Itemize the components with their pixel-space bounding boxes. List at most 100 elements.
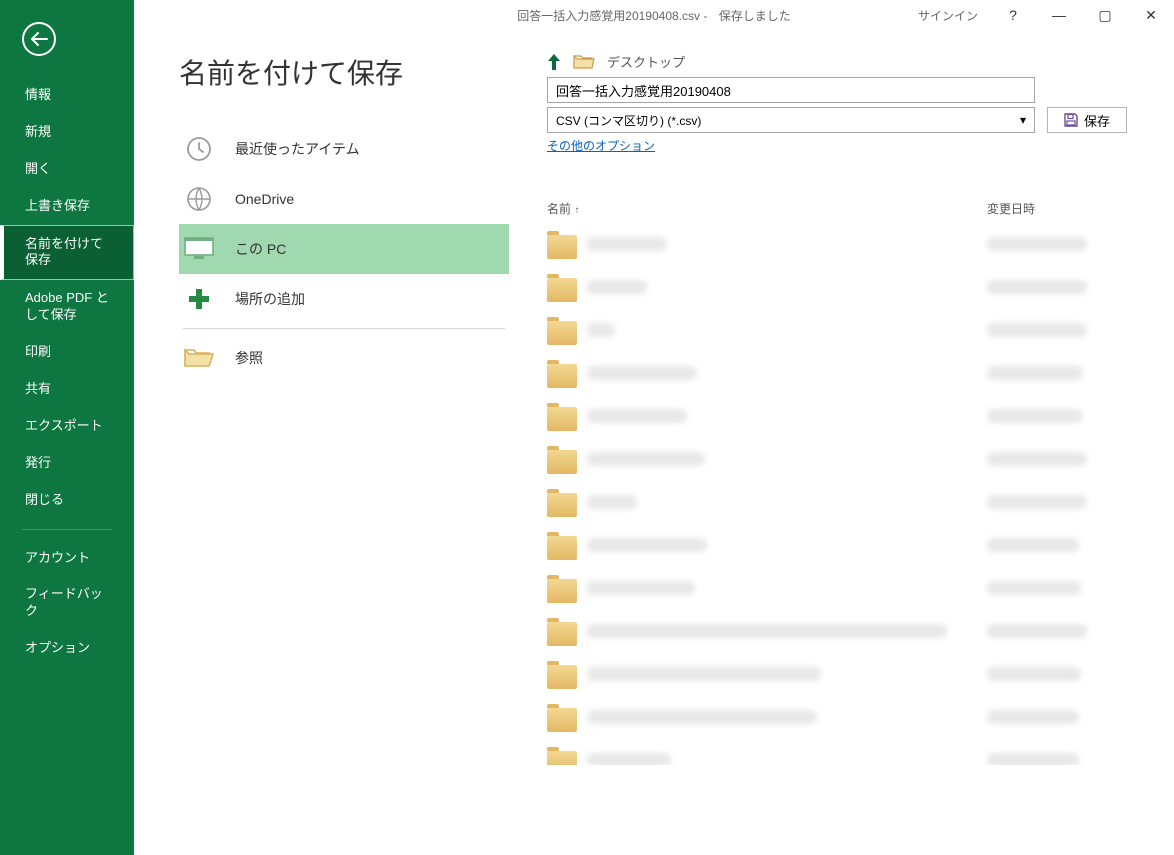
back-arrow-icon [22, 22, 56, 56]
file-row[interactable] [547, 741, 1156, 765]
nav-feedback[interactable]: フィードバック [0, 576, 134, 630]
location-add-place[interactable]: 場所の追加 [179, 274, 509, 324]
file-name-cell [587, 366, 987, 385]
titlebar: 回答一括入力感覚用20190408.csv - 保存しました サインイン ? —… [134, 0, 1174, 30]
redacted-name [587, 495, 637, 509]
nav-info[interactable]: 情報 [0, 77, 134, 114]
redacted-name [587, 237, 667, 251]
file-row[interactable] [547, 397, 1156, 440]
title-filename: 回答一括入力感覚用20190408.csv [517, 9, 700, 23]
file-date-cell [987, 624, 1107, 643]
file-name-cell [587, 667, 987, 686]
maximize-button[interactable]: ▢ [1082, 0, 1128, 30]
nav-print[interactable]: 印刷 [0, 334, 134, 371]
location-label: 参照 [235, 348, 263, 368]
file-row[interactable] [547, 698, 1156, 741]
file-date-cell [987, 323, 1107, 342]
redacted-date [987, 366, 1083, 380]
backstage-content: 名前を付けて保存 最近使ったアイテム OneDrive [134, 30, 1174, 855]
monitor-icon [183, 233, 215, 265]
main-area: 回答一括入力感覚用20190408.csv - 保存しました サインイン ? —… [134, 0, 1174, 855]
file-date-cell [987, 366, 1107, 385]
nav-publish[interactable]: 発行 [0, 445, 134, 482]
redacted-name [587, 710, 817, 724]
redacted-date [987, 323, 1087, 337]
save-as-left: 名前を付けて保存 最近使ったアイテム OneDrive [179, 52, 509, 855]
nav-export[interactable]: エクスポート [0, 408, 134, 445]
col-name-header[interactable]: 名前 ↑ [547, 200, 987, 217]
file-name-cell [587, 280, 987, 299]
filename-input[interactable] [547, 77, 1035, 103]
redacted-date [987, 624, 1087, 638]
signin-link[interactable]: サインイン [918, 7, 978, 24]
file-row[interactable] [547, 268, 1156, 311]
redacted-name [587, 624, 947, 638]
folder-icon [547, 407, 577, 431]
redacted-name [587, 753, 671, 765]
redacted-name [587, 581, 695, 595]
folder-icon [547, 536, 577, 560]
file-row[interactable] [547, 483, 1156, 526]
location-label: OneDrive [235, 191, 294, 207]
more-options-link[interactable]: その他のオプション [547, 137, 1156, 154]
redacted-date [987, 280, 1087, 294]
redacted-date [987, 753, 1079, 765]
location-onedrive[interactable]: OneDrive [179, 174, 509, 224]
folder-icon [547, 665, 577, 689]
breadcrumb-label[interactable]: デスクトップ [607, 52, 685, 71]
nav-save-as[interactable]: 名前を付けて保存 [0, 225, 134, 281]
file-row[interactable] [547, 612, 1156, 655]
nav-save[interactable]: 上書き保存 [0, 188, 134, 225]
plus-icon [183, 283, 215, 315]
location-recent[interactable]: 最近使ったアイテム [179, 124, 509, 174]
folder-icon [547, 278, 577, 302]
file-row[interactable] [547, 311, 1156, 354]
col-date-header[interactable]: 変更日時 [987, 200, 1156, 217]
minimize-button[interactable]: — [1036, 0, 1082, 30]
file-name-cell [587, 409, 987, 428]
file-list[interactable] [547, 225, 1156, 765]
redacted-name [587, 280, 647, 294]
file-row[interactable] [547, 225, 1156, 268]
nav-options[interactable]: オプション [0, 630, 134, 667]
redacted-name [587, 366, 697, 380]
redacted-name [587, 452, 705, 466]
nav-close[interactable]: 閉じる [0, 482, 134, 519]
redacted-date [987, 452, 1087, 466]
location-label: 最近使ったアイテム [235, 139, 360, 159]
location-browse[interactable]: 参照 [179, 333, 509, 383]
nav-share[interactable]: 共有 [0, 371, 134, 408]
loc-divider [183, 328, 505, 329]
file-row[interactable] [547, 569, 1156, 612]
close-button[interactable]: ✕ [1128, 0, 1174, 30]
redacted-name [587, 409, 687, 423]
file-name-cell [587, 452, 987, 471]
nav-new[interactable]: 新規 [0, 114, 134, 151]
folder-icon [547, 493, 577, 517]
file-row[interactable] [547, 526, 1156, 569]
redacted-date [987, 581, 1081, 595]
folder-icon [547, 622, 577, 646]
title-status: 保存しました [719, 9, 791, 23]
redacted-name [587, 667, 821, 681]
filetype-dropdown[interactable]: CSV (コンマ区切り) (*.csv) ▾ [547, 107, 1035, 133]
back-button[interactable] [0, 0, 134, 77]
redacted-date [987, 667, 1081, 681]
nav-open[interactable]: 開く [0, 151, 134, 188]
file-row[interactable] [547, 354, 1156, 397]
help-button[interactable]: ? [990, 0, 1036, 30]
file-row[interactable] [547, 655, 1156, 698]
folder-icon [547, 579, 577, 603]
file-list-header: 名前 ↑ 変更日時 [547, 200, 1156, 225]
save-button[interactable]: 保存 [1047, 107, 1127, 133]
filetype-value: CSV (コンマ区切り) (*.csv) [556, 112, 701, 129]
file-name-cell [587, 495, 987, 514]
page-title: 名前を付けて保存 [179, 52, 509, 92]
redacted-name [587, 323, 615, 337]
save-disk-icon [1064, 113, 1078, 127]
file-row[interactable] [547, 440, 1156, 483]
location-this-pc[interactable]: この PC [179, 224, 509, 274]
nav-adobe-pdf[interactable]: Adobe PDF として保存 [0, 280, 134, 334]
up-one-level-icon[interactable] [547, 53, 561, 71]
nav-account[interactable]: アカウント [0, 540, 134, 577]
